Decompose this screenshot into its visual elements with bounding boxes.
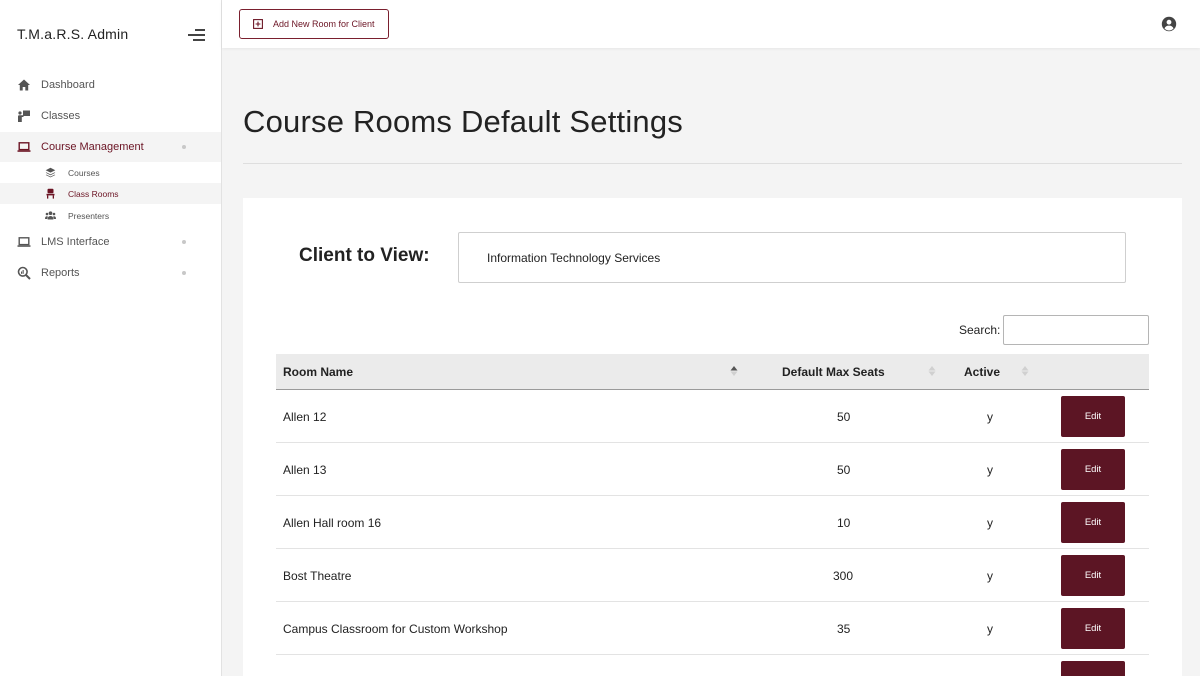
max-seats-cell: 35 — [837, 622, 851, 636]
sort-icon[interactable] — [928, 365, 936, 377]
sidebar: T.M.a.R.S. Admin Dashboard Classes Cours… — [0, 0, 222, 676]
topbar: Add New Room for Client — [222, 0, 1200, 48]
app-brand: T.M.a.R.S. Admin — [17, 26, 129, 42]
column-header-active[interactable]: Active — [964, 365, 1000, 379]
room-name-cell: Allen 13 — [283, 463, 327, 477]
client-label: Client to View: — [299, 245, 430, 266]
plus-square-icon — [253, 19, 263, 29]
menu-toggle-icon[interactable] — [187, 28, 205, 42]
sidebar-item-classes[interactable]: Classes — [0, 101, 221, 131]
sidebar-item-reports[interactable]: Reports — [0, 258, 221, 288]
sidebar-item-lms-interface[interactable]: LMS Interface — [0, 227, 221, 257]
column-header-room-name[interactable]: Room Name — [283, 365, 353, 379]
sidebar-item-label: LMS Interface — [41, 236, 110, 248]
active-cell: y — [987, 516, 993, 530]
max-seats-cell: 300 — [833, 569, 854, 583]
add-new-room-button[interactable]: Add New Room for Client — [239, 9, 389, 39]
search-label: Search: — [959, 323, 1001, 337]
user-circle-icon[interactable] — [1161, 16, 1177, 32]
sort-asc-icon[interactable] — [730, 365, 738, 377]
home-icon — [18, 79, 30, 91]
room-name-cell: Campus Classroom for Custom Workshop — [283, 622, 508, 636]
divider — [243, 163, 1182, 164]
search-chart-icon — [17, 266, 31, 280]
laptop-icon — [17, 237, 31, 247]
table-row: Allen 12 50 y Edit — [276, 390, 1149, 443]
sidebar-subitem-class-rooms[interactable]: Class Rooms — [0, 183, 221, 204]
table-row: Campus Classroom for Custom Workshop 35 … — [276, 602, 1149, 655]
search-input[interactable] — [1003, 315, 1149, 345]
table-row: Edit — [276, 655, 1149, 676]
active-cell: y — [987, 463, 993, 477]
edit-button[interactable]: Edit — [1061, 555, 1125, 596]
table-row: Bost Theatre 300 y Edit — [276, 549, 1149, 602]
sidebar-subitem-presenters[interactable]: Presenters — [0, 205, 221, 226]
room-name-cell: Allen Hall room 16 — [283, 516, 382, 530]
edit-button[interactable]: Edit — [1061, 502, 1125, 543]
edit-button[interactable]: Edit — [1061, 449, 1125, 490]
sidebar-item-label: Dashboard — [41, 79, 95, 91]
add-new-room-label: Add New Room for Client — [273, 19, 375, 29]
expand-indicator-icon — [182, 271, 186, 275]
sidebar-subitem-label: Class Rooms — [68, 188, 119, 199]
sidebar-item-label: Reports — [41, 267, 80, 279]
edit-button[interactable]: Edit — [1061, 396, 1125, 437]
expand-indicator-icon — [182, 240, 186, 244]
page-title: Course Rooms Default Settings — [243, 104, 683, 139]
room-name-cell: Allen 12 — [283, 410, 327, 424]
sidebar-item-course-management[interactable]: Course Management — [0, 132, 221, 162]
sidebar-subitem-label: Courses — [68, 167, 100, 178]
client-select-value: Information Technology Services — [487, 251, 661, 265]
table-header: Room Name Default Max Seats Active — [276, 354, 1149, 390]
laptop-icon — [17, 142, 31, 152]
sidebar-item-dashboard[interactable]: Dashboard — [0, 70, 221, 100]
max-seats-cell: 50 — [837, 410, 851, 424]
sidebar-item-label: Classes — [41, 110, 81, 122]
max-seats-cell: 10 — [837, 516, 851, 530]
layers-icon — [45, 167, 56, 178]
classes-icon — [18, 110, 30, 122]
active-cell: y — [987, 569, 993, 583]
sidebar-subitem-label: Presenters — [68, 210, 110, 221]
rooms-table: Room Name Default Max Seats Active Allen… — [276, 354, 1149, 676]
sort-icon[interactable] — [1021, 365, 1029, 377]
chair-icon — [46, 188, 55, 199]
sidebar-subitem-courses[interactable]: Courses — [0, 162, 221, 183]
expand-indicator-icon — [182, 145, 186, 149]
room-name-cell: Bost Theatre — [283, 569, 352, 583]
table-row: Allen Hall room 16 10 y Edit — [276, 496, 1149, 549]
column-header-default-max-seats[interactable]: Default Max Seats — [782, 365, 885, 379]
sidebar-item-label: Course Management — [41, 141, 144, 153]
edit-button[interactable]: Edit — [1061, 661, 1125, 676]
max-seats-cell: 50 — [837, 463, 851, 477]
active-cell: y — [987, 622, 993, 636]
edit-button[interactable]: Edit — [1061, 608, 1125, 649]
table-row: Allen 13 50 y Edit — [276, 443, 1149, 496]
client-select[interactable]: Information Technology Services — [458, 232, 1126, 283]
users-icon — [45, 211, 56, 220]
active-cell: y — [987, 410, 993, 424]
